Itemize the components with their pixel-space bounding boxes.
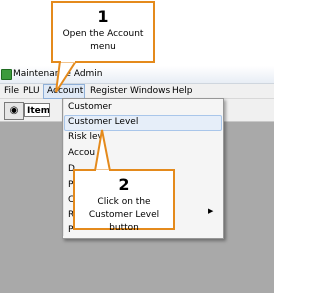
callout2-pointer-mask (96, 169, 109, 173)
